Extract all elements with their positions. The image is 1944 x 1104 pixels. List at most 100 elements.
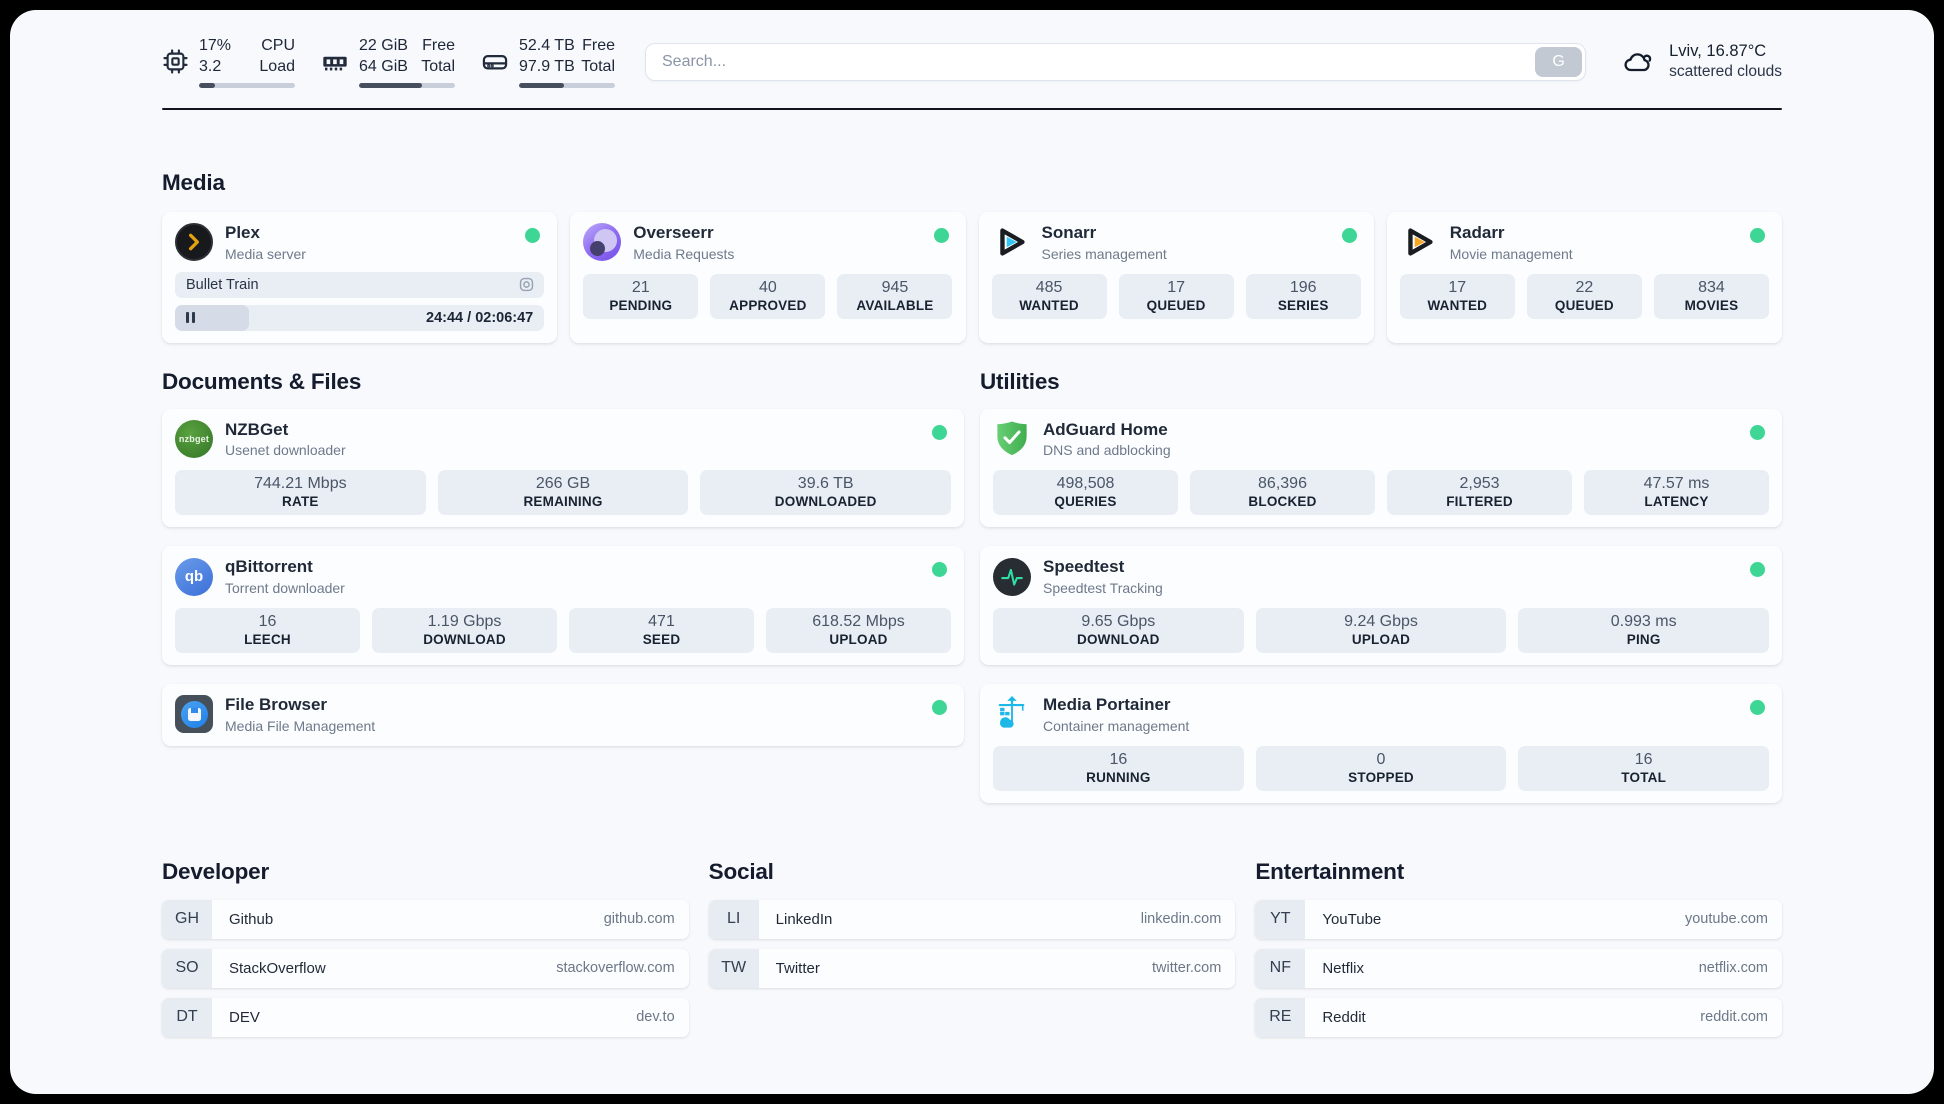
filebrowser-icon <box>175 695 213 734</box>
topbar-divider <box>162 107 1782 111</box>
speedtest-icon <box>993 557 1031 596</box>
service-subtitle: Media File Management <box>225 717 376 734</box>
disk-total-label: Total <box>581 57 615 75</box>
stat-available: 945 AVAILABLE <box>837 273 953 319</box>
overseerr-icon <box>583 223 622 262</box>
memory-total-label: Total <box>421 57 455 75</box>
qbittorrent-icon: qb <box>175 557 213 596</box>
service-card-portainer[interactable]: Media Portainer Container management 16 … <box>980 684 1782 803</box>
section-title-developer: Developer <box>162 858 269 884</box>
service-subtitle: Media server <box>225 245 306 262</box>
bookmark-name: Netflix <box>1322 959 1365 977</box>
dashboard-page: 17% 3.2 CPU Load 22 GiB 64 GiB Free Tota… <box>10 10 1934 1094</box>
service-card-sonarr[interactable]: Sonarr Series management 485 WANTED 17 Q… <box>978 212 1374 343</box>
stat-latency: 47.57 ms LATENCY <box>1584 470 1769 516</box>
status-dot-online <box>1750 228 1765 244</box>
bookmark-twitter[interactable]: TW Twitter twitter.com <box>708 948 1236 988</box>
weather-widget[interactable]: Lviv, 16.87°C scattered clouds <box>1622 42 1782 81</box>
bookmark-linkedin[interactable]: LI LinkedIn linkedin.com <box>708 899 1236 939</box>
cpu-load-label: Load <box>259 57 295 75</box>
section-title-media: Media <box>162 170 225 196</box>
bookmark-youtube[interactable]: YT YouTube youtube.com <box>1255 899 1782 939</box>
stat-upload: 9.24 Gbps UPLOAD <box>1255 608 1507 654</box>
bookmark-abbr: TW <box>708 948 759 988</box>
bookmark-name: Reddit <box>1322 1008 1366 1026</box>
ram-icon <box>323 56 347 71</box>
status-dot-online <box>932 562 947 578</box>
search-engine-button[interactable]: G <box>1535 46 1583 77</box>
service-title: Speedtest <box>1043 557 1125 577</box>
topbar: 17% 3.2 CPU Load 22 GiB 64 GiB Free Tota… <box>162 36 1782 88</box>
adguard-icon <box>993 420 1031 458</box>
search-input[interactable] <box>645 42 1587 81</box>
bookmark-abbr: YT <box>1255 899 1306 939</box>
sonarr-icon <box>992 223 1030 261</box>
playback-time: 24:44 / 02:06:47 <box>426 309 534 326</box>
service-subtitle: DNS and adblocking <box>1043 442 1171 459</box>
bookmark-reddit[interactable]: RE Reddit reddit.com <box>1255 997 1782 1037</box>
bookmark-abbr: RE <box>1255 997 1306 1037</box>
disk-progress-track <box>519 82 615 88</box>
service-title: qBittorrent <box>225 557 313 577</box>
video-icon <box>518 276 535 293</box>
service-title: File Browser <box>225 695 328 715</box>
stat-downloaded: 39.6 TB DOWNLOADED <box>700 470 952 516</box>
stat-running: 16 RUNNING <box>993 745 1244 791</box>
bookmark-abbr: GH <box>162 899 212 939</box>
bookmark-url: dev.to <box>636 1009 675 1026</box>
stat-rate: 744.21 Mbps RATE <box>175 470 426 516</box>
weather-location-temp: Lviv, 16.87°C <box>1669 42 1767 61</box>
stat-approved: 40 APPROVED <box>710 273 826 319</box>
bookmark-url: netflix.com <box>1698 960 1768 977</box>
service-card-speedtest[interactable]: Speedtest Speedtest Tracking 9.65 Gbps D… <box>980 546 1782 666</box>
service-card-plex[interactable]: Plex Media server Bullet Train 24:44 / 0… <box>162 212 558 343</box>
stat-movies: 834 MOVIES <box>1653 273 1769 319</box>
service-subtitle: Media Requests <box>633 245 735 262</box>
status-dot-online <box>1750 424 1765 440</box>
status-dot-online <box>525 228 541 244</box>
bookmark-stackoverflow[interactable]: SO StackOverflow stackoverflow.com <box>162 948 689 988</box>
cpu-label: CPU <box>261 37 295 54</box>
disk-widget: 52.4 TB 97.9 TB Free Total <box>481 36 615 88</box>
service-card-qbittorrent[interactable]: qb qBittorrent Torrent downloader 16 LEE… <box>162 546 964 666</box>
bookmark-abbr: SO <box>162 948 212 988</box>
status-dot-online <box>1750 562 1765 578</box>
disk-free-label: Free <box>582 37 615 54</box>
section-utilities: Utilities AdGuard Home DNS and adblockin… <box>980 369 1782 803</box>
service-title: Plex <box>225 223 260 243</box>
bookmark-netflix[interactable]: NF Netflix netflix.com <box>1255 948 1782 988</box>
stat-pending: 21 PENDING <box>583 273 699 319</box>
stat-blocked: 86,396 BLOCKED <box>1190 470 1375 516</box>
bookmark-url: linkedin.com <box>1140 911 1222 928</box>
status-dot-online <box>1750 700 1765 716</box>
service-card-radarr[interactable]: Radarr Movie management 17 WANTED 22 QUE… <box>1386 212 1782 343</box>
radarr-icon <box>1400 223 1438 261</box>
status-dot-online <box>932 700 947 716</box>
bookmark-dev[interactable]: DT DEV dev.to <box>162 997 689 1037</box>
stat-queries: 498,508 QUERIES <box>993 470 1178 516</box>
stat-upload: 618.52 Mbps UPLOAD <box>766 608 951 654</box>
service-subtitle: Speedtest Tracking <box>1043 579 1163 596</box>
service-card-adguard[interactable]: AdGuard Home DNS and adblocking 498,508 … <box>980 408 1782 528</box>
cpu-progress-fill <box>199 82 216 88</box>
service-card-filebrowser[interactable]: File Browser Media File Management <box>162 684 964 746</box>
bookmark-name: LinkedIn <box>775 910 833 928</box>
bookmark-group-entertainment: Entertainment YT YouTube youtube.com NF … <box>1255 859 1782 1037</box>
bookmark-name: Twitter <box>775 959 820 977</box>
service-card-overseerr[interactable]: Overseerr Media Requests 21 PENDING 40 A… <box>570 212 966 343</box>
service-title: Overseerr <box>633 223 714 243</box>
service-subtitle: Series management <box>1041 245 1167 262</box>
service-card-nzbget[interactable]: nzbget NZBGet Usenet downloader 744.21 M… <box>162 408 964 528</box>
status-dot-online <box>1341 228 1357 244</box>
bookmark-github[interactable]: GH Github github.com <box>162 899 689 939</box>
disk-total-value: 97.9 TB <box>519 57 575 75</box>
now-playing-row: Bullet Train <box>175 271 545 298</box>
bookmark-name: DEV <box>229 1008 260 1026</box>
cpu-chip-icon <box>163 49 188 74</box>
memory-progress-track <box>359 82 455 88</box>
section-documents: Documents & Files nzbget NZBGet Usenet d… <box>162 369 964 746</box>
service-subtitle: Movie management <box>1449 245 1573 262</box>
stat-total: 16 TOTAL <box>1518 745 1770 791</box>
memory-progress-fill <box>359 82 423 88</box>
bookmark-url: github.com <box>603 911 675 928</box>
